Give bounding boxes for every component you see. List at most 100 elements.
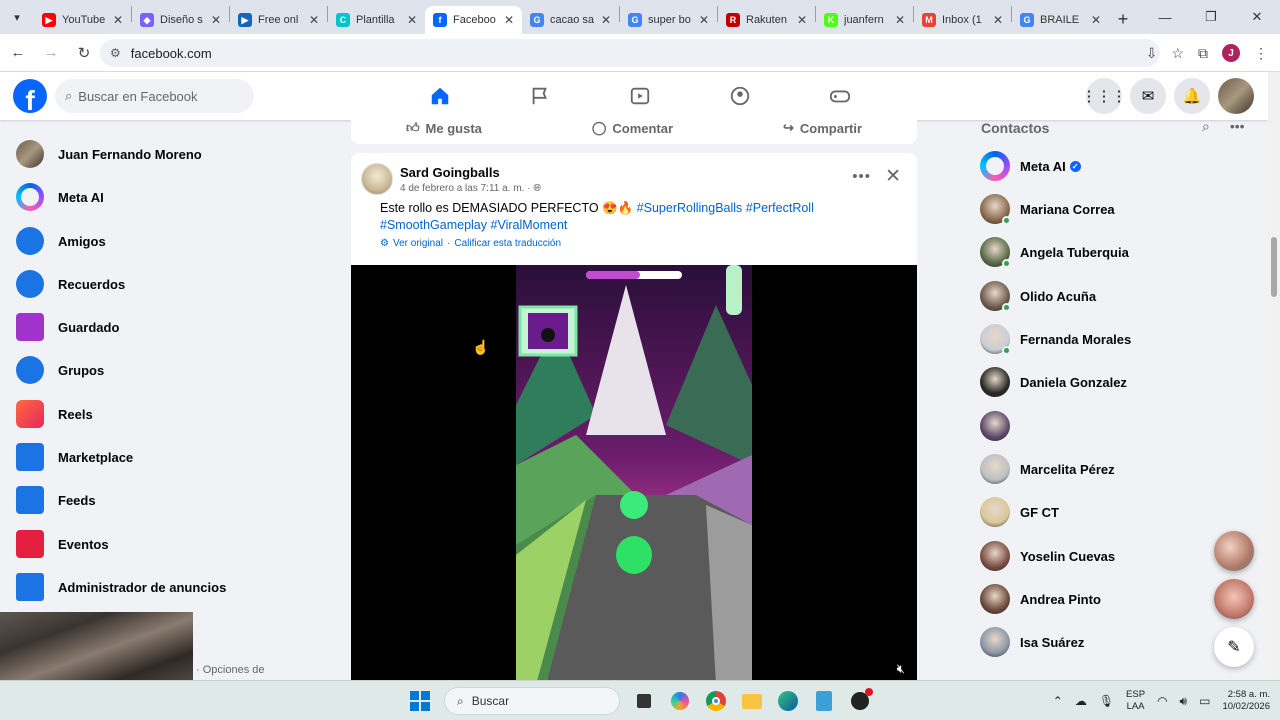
contact-item[interactable]: Yoselin Cuevas [980, 536, 1220, 576]
browser-tab[interactable]: ▶ YouTube ✕ [34, 6, 131, 34]
hashtag-link[interactable]: #ViralMoment [491, 218, 568, 232]
tab-close-button[interactable]: ✕ [113, 13, 123, 27]
browser-tab[interactable]: R Rakuten ✕ [718, 6, 815, 34]
taskbar-search[interactable]: ⌕ Buscar [444, 687, 620, 715]
post-date[interactable]: 4 de febrero a las 7:11 a. m. · 🌐︎ [400, 183, 541, 194]
site-settings-icon[interactable]: ⚙ [110, 46, 121, 60]
contact-item[interactable]: Mariana Correa [980, 189, 1220, 229]
share-button[interactable]: ↪ Compartir [783, 120, 862, 136]
bookmark-star-icon[interactable]: ☆ [1171, 45, 1184, 62]
account-avatar[interactable] [1218, 78, 1254, 114]
sidebar-item[interactable]: Meta AI [8, 177, 328, 217]
search-contacts-icon[interactable]: ⌕ [1202, 118, 1210, 135]
chrome-taskbar-button[interactable] [700, 685, 732, 717]
hashtag-link[interactable]: #SuperRollingBalls [637, 201, 743, 215]
sidebar-item[interactable]: Grupos [8, 350, 328, 390]
onedrive-icon[interactable]: ☁ [1075, 694, 1087, 708]
scrollbar-thumb[interactable] [1271, 237, 1277, 297]
messenger-button[interactable]: ✉ [1130, 78, 1166, 114]
sidebar-item[interactable]: Marketplace [8, 437, 328, 477]
address-bar[interactable]: ⚙ facebook.com [100, 39, 1160, 67]
tab-close-button[interactable]: ✕ [797, 13, 807, 27]
task-view-button[interactable] [628, 685, 660, 717]
microphone-icon[interactable]: 🎙︎ [1099, 694, 1114, 708]
contact-item[interactable]: Daniela Gonzalez [980, 362, 1220, 402]
sidebar-item[interactable]: Juan Fernando Moreno [8, 134, 328, 174]
wifi-icon[interactable]: ◠ [1157, 694, 1167, 708]
volume-icon[interactable]: 🔊︎ [1180, 694, 1188, 709]
menu-button[interactable]: ⋮⋮⋮ [1082, 78, 1127, 114]
post-options-button[interactable]: ••• [852, 168, 871, 185]
battery-icon[interactable]: ▭ [1199, 694, 1210, 708]
rate-translation-link[interactable]: Calificar esta traducción [454, 238, 561, 249]
like-button[interactable]: 👍︎ Me gusta [406, 120, 482, 136]
contact-item[interactable]: Olido Acuña [980, 276, 1220, 316]
back-button[interactable]: ← [3, 38, 33, 68]
window-close-button[interactable]: ✕ [1234, 0, 1280, 34]
contact-item[interactable]: Andrea Pinto [980, 579, 1220, 619]
browser-tab[interactable]: ◆ Diseño s ✕ [132, 6, 229, 34]
hashtag-link[interactable]: #PerfectRoll [746, 201, 814, 215]
install-app-icon[interactable]: ⇩ [1146, 45, 1158, 62]
chat-head-avatar[interactable] [1214, 531, 1254, 571]
tab-search-button[interactable]: ▾ [0, 0, 34, 34]
comment-button[interactable]: ◯ Comentar [592, 120, 673, 136]
contacts-options-icon[interactable]: ••• [1230, 118, 1245, 135]
new-message-button[interactable]: ✎ [1214, 627, 1254, 667]
contact-item[interactable] [980, 406, 1220, 446]
sidebar-item[interactable]: Reels [8, 394, 328, 434]
post-hide-button[interactable]: ✕ [885, 165, 901, 188]
browser-tab[interactable]: M Inbox (1 ✕ [914, 6, 1011, 34]
profile-avatar[interactable]: J [1222, 44, 1240, 62]
tab-close-button[interactable]: ✕ [601, 13, 611, 27]
show-hidden-icons-icon[interactable]: ⌃ [1053, 694, 1063, 708]
browser-tab[interactable]: f Faceboo ✕ [425, 6, 522, 34]
sidebar-item[interactable]: Recuerdos [8, 264, 328, 304]
app-taskbar-button[interactable] [844, 685, 876, 717]
browser-tab[interactable]: ▶ Free onl ✕ [230, 6, 327, 34]
page-scrollbar[interactable] [1268, 72, 1280, 680]
contact-item[interactable]: Meta AI ✓ [980, 146, 1220, 186]
language-indicator[interactable]: ESP LAA [1126, 689, 1145, 713]
hashtag-link[interactable]: #SmoothGameplay [380, 218, 487, 232]
tab-close-button[interactable]: ✕ [211, 13, 221, 27]
start-button[interactable] [404, 685, 436, 717]
browser-tab[interactable]: Gsuper bo ✕ [620, 6, 717, 34]
contact-item[interactable]: Fernanda Morales [980, 319, 1220, 359]
contact-item[interactable]: Marcelita Pérez [980, 449, 1220, 489]
browser-tab[interactable]: G BRAILE ✕ [1012, 6, 1109, 34]
footer-options-link[interactable]: · Opciones de [196, 664, 264, 676]
extensions-icon[interactable]: ⧉ [1198, 45, 1208, 62]
tab-close-button[interactable]: ✕ [504, 13, 514, 27]
notifications-button[interactable]: 🔔 [1174, 78, 1210, 114]
post-author-name[interactable]: Sard Goingballs [400, 165, 500, 180]
mute-button[interactable]: 🔇︎ [897, 661, 905, 677]
clock[interactable]: 2:58 a. m. 10/02/2026 [1222, 689, 1270, 713]
tab-close-button[interactable]: ✕ [309, 13, 319, 27]
copilot-button[interactable] [664, 685, 696, 717]
minimize-button[interactable]: — [1142, 0, 1188, 34]
tab-close-button[interactable]: ✕ [699, 13, 709, 27]
file-explorer-button[interactable] [736, 685, 768, 717]
post-author-avatar[interactable] [361, 163, 393, 195]
chat-head-avatar[interactable] [1214, 579, 1254, 619]
browser-tab[interactable]: C Plantilla ✕ [328, 6, 425, 34]
facebook-logo[interactable]: f [13, 79, 47, 113]
notepad-button[interactable] [808, 685, 840, 717]
tab-close-button[interactable]: ✕ [895, 13, 905, 27]
sidebar-item[interactable]: Administrador de anuncios [8, 567, 328, 607]
tab-close-button[interactable]: ✕ [993, 13, 1003, 27]
browser-tab[interactable]: Gcacao sa ✕ [522, 6, 619, 34]
contact-item[interactable]: Angela Tuberquia [980, 232, 1220, 272]
tab-close-button[interactable]: ✕ [1091, 13, 1101, 27]
browser-tab[interactable]: Kjuanfern ✕ [816, 6, 913, 34]
restore-button[interactable]: ❐ [1188, 0, 1234, 34]
sidebar-item[interactable]: Feeds [8, 480, 328, 520]
post-video[interactable]: 🔇︎ [351, 265, 917, 685]
see-original-link[interactable]: Ver original [393, 238, 443, 249]
sidebar-item[interactable]: Guardado [8, 307, 328, 347]
contact-item[interactable]: Isa Suárez [980, 622, 1220, 662]
contact-item[interactable]: GF CT [980, 492, 1220, 532]
reload-button[interactable]: ↻ [69, 38, 99, 68]
browser-menu-icon[interactable]: ⋮ [1254, 45, 1268, 62]
